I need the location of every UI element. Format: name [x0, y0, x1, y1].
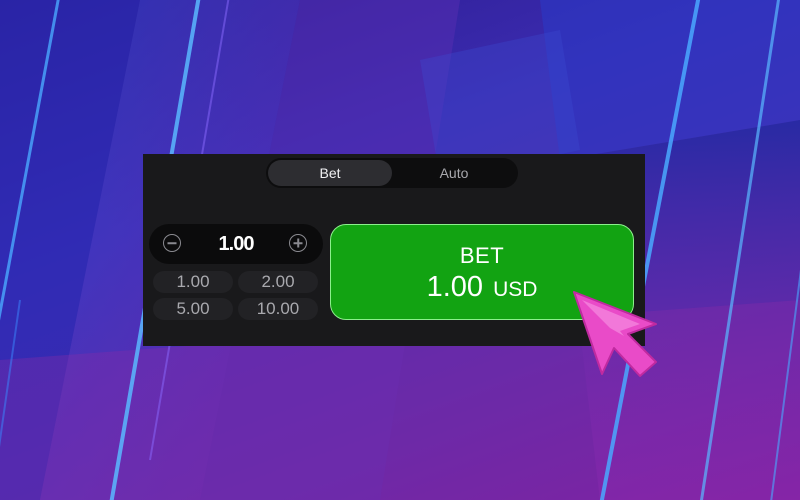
game-stage: Bet Auto 1.00 1.00 2.00 5.00 10.00 BET 1… [0, 0, 800, 500]
mouse-pointer-icon [573, 291, 657, 377]
tab-auto[interactable]: Auto [392, 160, 516, 186]
tab-bet[interactable]: Bet [268, 160, 392, 186]
bet-amount-input[interactable]: 1.00 [189, 224, 283, 264]
preset-amount-button[interactable]: 1.00 [153, 271, 233, 293]
preset-amount-button[interactable]: 10.00 [238, 298, 318, 320]
plus-circle-icon[interactable] [289, 234, 307, 252]
preset-amount-button[interactable]: 2.00 [238, 271, 318, 293]
bet-button-label: BET [459, 243, 505, 268]
preset-amount-button[interactable]: 5.00 [153, 298, 233, 320]
bet-amount-stepper: 1.00 [149, 224, 323, 264]
mode-toggle: Bet Auto [266, 158, 518, 188]
bet-button-amount: 1.00 [426, 271, 484, 303]
minus-circle-icon[interactable] [163, 234, 181, 252]
bet-button-currency: USD [493, 278, 538, 301]
